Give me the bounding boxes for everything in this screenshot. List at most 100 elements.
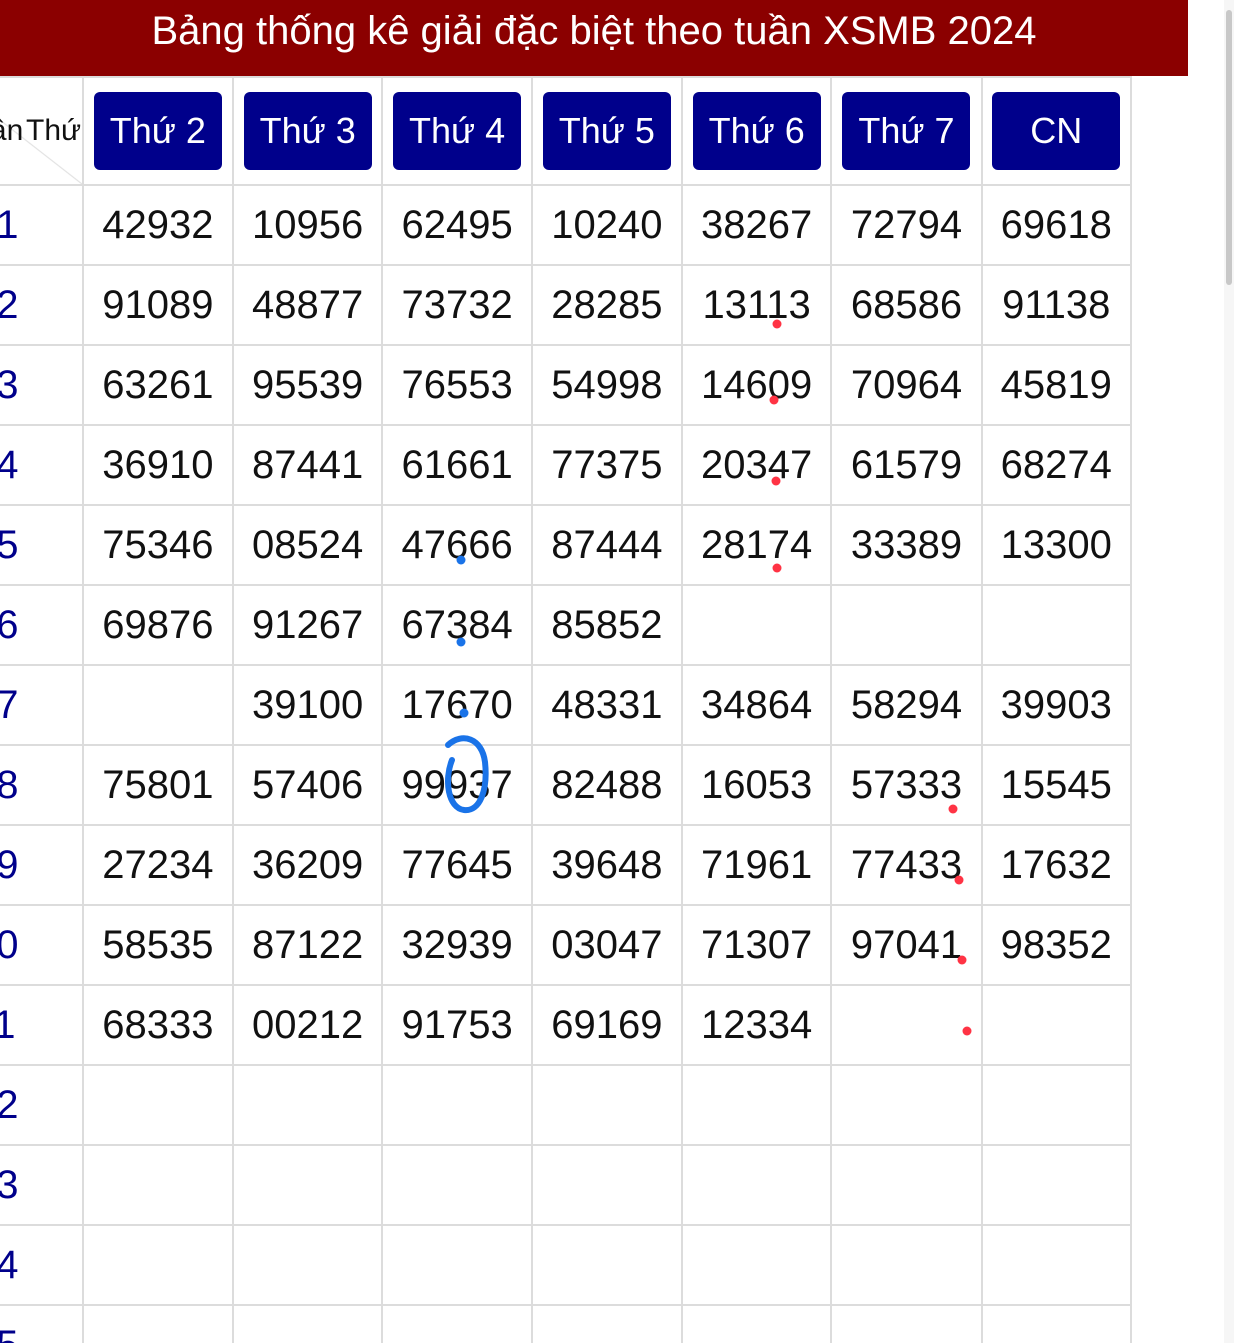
- table-row: 0142932109566249510240382677279469618: [0, 184, 1133, 266]
- result-cell: 85852: [530, 584, 683, 666]
- result-cell: [680, 1224, 833, 1306]
- table-row: 0291089488777373228285131136858691138: [0, 264, 1133, 346]
- result-cell: [231, 1064, 384, 1146]
- table-row: 1058535871223293903047713079704198352: [0, 904, 1133, 986]
- result-cell: 10956: [231, 184, 384, 266]
- week-number: 13: [0, 1144, 84, 1226]
- result-cell: 57333: [830, 744, 983, 826]
- result-cell: [980, 1304, 1133, 1343]
- result-cell: 91267: [231, 584, 384, 666]
- result-cell: 15545: [980, 744, 1133, 826]
- table-row: 14: [0, 1224, 1133, 1306]
- week-number: 08: [0, 744, 84, 826]
- result-cell: [81, 1144, 234, 1226]
- week-number: 09: [0, 824, 84, 906]
- result-cell: 63261: [81, 344, 234, 426]
- result-cell: 39648: [530, 824, 683, 906]
- table-row: 0436910874416166177375203476157968274: [0, 424, 1133, 506]
- table-row: 116833300212917536916912334: [0, 984, 1133, 1066]
- result-cell: [980, 1144, 1133, 1226]
- result-cell: 39903: [980, 664, 1133, 746]
- table-row: 07 391001767048331348645829439903: [0, 664, 1133, 746]
- result-cell: 13113: [680, 264, 833, 346]
- result-cell: 68586: [830, 264, 983, 346]
- day-button-thu-5[interactable]: Thứ 5: [542, 92, 671, 170]
- table-row: 0669876912676738485852: [0, 584, 1133, 666]
- result-cell: [381, 1224, 533, 1306]
- result-cell: 45819: [980, 344, 1133, 426]
- table-row: 12: [0, 1064, 1133, 1146]
- week-number: 06: [0, 584, 84, 666]
- result-cell: 61661: [381, 424, 533, 506]
- result-cell: 75346: [81, 504, 234, 586]
- day-header: CN: [980, 76, 1133, 186]
- result-cell: 87444: [530, 504, 683, 586]
- result-cell: 27234: [81, 824, 234, 906]
- result-cell: 36209: [231, 824, 384, 906]
- result-cell: [980, 584, 1133, 666]
- scrollbar-thumb[interactable]: [1226, 10, 1232, 285]
- result-cell: [81, 1224, 234, 1306]
- result-cell: [980, 1224, 1133, 1306]
- week-number: 07: [0, 664, 84, 746]
- result-cell: 76553: [381, 344, 533, 426]
- week-number: 05: [0, 504, 84, 586]
- corner-header: Tuần Thứ: [0, 76, 84, 186]
- result-cell: 03047: [530, 904, 683, 986]
- result-cell: 54998: [530, 344, 683, 426]
- result-cell: 73732: [381, 264, 533, 346]
- day-header: Thứ 3: [231, 76, 384, 186]
- result-cell: 87122: [231, 904, 384, 986]
- table-row: 0927234362097764539648719617743317632: [0, 824, 1133, 906]
- result-cell: 10240: [530, 184, 683, 266]
- day-button-thu-6[interactable]: Thứ 6: [692, 92, 821, 170]
- result-cell: [680, 584, 833, 666]
- result-cell: 91089: [81, 264, 234, 346]
- week-number: 03: [0, 344, 84, 426]
- result-cell: 48331: [530, 664, 683, 746]
- result-cell: 00212: [231, 984, 384, 1066]
- result-cell: 12334: [680, 984, 833, 1066]
- result-cell: 16053: [680, 744, 833, 826]
- result-cell: [81, 664, 234, 746]
- day-button-thu-4[interactable]: Thứ 4: [393, 92, 522, 170]
- result-cell: [381, 1304, 533, 1343]
- result-cell: 75801: [81, 744, 234, 826]
- week-number: 04: [0, 424, 84, 506]
- result-cell: 42932: [81, 184, 234, 266]
- week-number: 14: [0, 1224, 84, 1306]
- result-cell: [830, 1064, 983, 1146]
- day-button-thu-3[interactable]: Thứ 3: [243, 92, 372, 170]
- result-cell: [830, 1144, 983, 1226]
- result-cell: [81, 1304, 234, 1343]
- result-cell: [830, 1224, 983, 1306]
- result-cell: [830, 984, 983, 1066]
- header-row: Tuần Thứ Thứ 2 Thứ 3 Thứ 4 Thứ 5 Thứ 6 T…: [0, 76, 1133, 186]
- week-number: 10: [0, 904, 84, 986]
- result-cell: 71307: [680, 904, 833, 986]
- result-cell: [231, 1224, 384, 1306]
- week-number: 01: [0, 184, 84, 266]
- result-cell: [530, 1224, 683, 1306]
- day-button-thu-7[interactable]: Thứ 7: [842, 92, 971, 170]
- page-title: Bảng thống kê giải đặc biệt theo tuần XS…: [0, 0, 1188, 76]
- result-cell: 14609: [680, 344, 833, 426]
- day-button-cn[interactable]: CN: [992, 92, 1121, 170]
- corner-day-label: Thứ: [26, 114, 82, 147]
- vertical-scrollbar[interactable]: [1224, 0, 1234, 1343]
- result-cell: [980, 1064, 1133, 1146]
- result-cell: 72794: [830, 184, 983, 266]
- result-cell: 17670: [381, 664, 533, 746]
- result-cell: 67384: [381, 584, 533, 666]
- day-header: Thứ 2: [81, 76, 234, 186]
- result-cell: 61579: [830, 424, 983, 506]
- day-header: Thứ 5: [530, 76, 683, 186]
- result-cell: 33389: [830, 504, 983, 586]
- result-cell: [530, 1144, 683, 1226]
- result-cell: [680, 1144, 833, 1226]
- result-cell: 58535: [81, 904, 234, 986]
- result-cell: 62495: [381, 184, 533, 266]
- result-cell: 77433: [830, 824, 983, 906]
- day-button-thu-2[interactable]: Thứ 2: [93, 92, 222, 170]
- corner-week-label: Tuần: [0, 114, 24, 147]
